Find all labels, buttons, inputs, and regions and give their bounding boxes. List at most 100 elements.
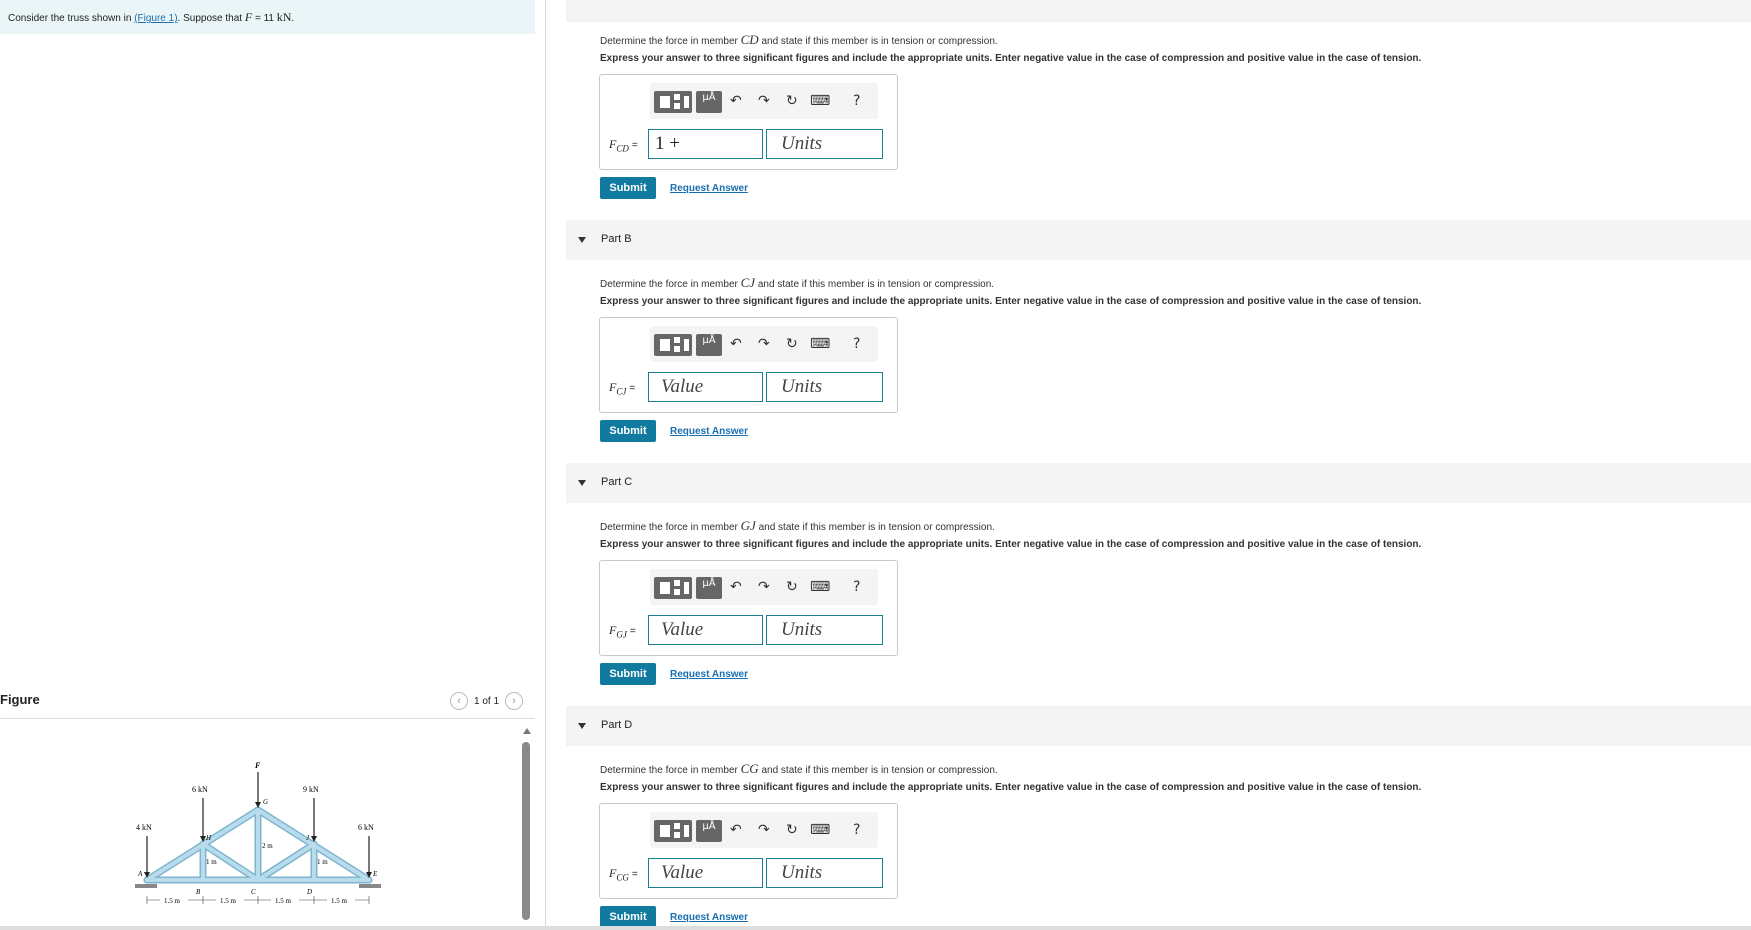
help-icon[interactable]: ? <box>853 822 860 838</box>
problem-statement: Consider the truss shown in (Figure 1). … <box>0 0 535 34</box>
question-text: Determine the force in member CJ and sta… <box>600 275 995 290</box>
load-h-label: 6 kN <box>192 785 208 794</box>
templates-button[interactable] <box>654 334 692 356</box>
request-answer-link[interactable]: Request Answer <box>670 426 748 437</box>
request-answer-link[interactable]: Request Answer <box>670 183 748 194</box>
load-j-label: 9 kN <box>303 785 319 794</box>
instructions-text: Express your answer to three significant… <box>600 539 1422 550</box>
member-name: CD <box>740 32 759 47</box>
value-input[interactable]: Value <box>648 858 763 888</box>
answer-label: FCJ = <box>609 380 636 397</box>
member-name: CG <box>740 761 759 776</box>
reset-icon[interactable]: ↻ <box>786 579 798 595</box>
request-answer-link[interactable]: Request Answer <box>670 669 748 680</box>
pager-count: 1 of 1 <box>474 695 500 707</box>
left-panel: Consider the truss shown in (Figure 1). … <box>0 0 546 930</box>
node-a-label: A <box>137 870 143 878</box>
caret-down-icon <box>578 723 586 729</box>
help-icon[interactable]: ? <box>853 336 860 352</box>
load-f-label: F <box>254 761 261 770</box>
right-panel: Determine the force in member CD and sta… <box>566 0 1751 930</box>
dim-d2: 1.5 m <box>220 897 237 905</box>
node-e-label: E <box>372 870 378 878</box>
figure-title: Figure <box>0 692 40 707</box>
units-input[interactable]: Units <box>766 372 883 402</box>
units-button[interactable]: μÅ <box>696 577 722 599</box>
units-button[interactable]: μÅ <box>696 91 722 113</box>
keyboard-icon[interactable]: ⌨ <box>810 822 830 838</box>
horizontal-scrollbar[interactable] <box>0 926 1751 930</box>
scrollbar-thumb[interactable] <box>522 742 530 920</box>
instructions-text: Express your answer to three significant… <box>600 53 1422 64</box>
chevron-left-icon: ‹ <box>457 695 461 707</box>
instructions-text: Express your answer to three significant… <box>600 296 1422 307</box>
scroll-up-icon[interactable] <box>523 728 531 734</box>
instructions-text: Express your answer to three significant… <box>600 782 1422 793</box>
submit-button[interactable]: Submit <box>600 906 656 928</box>
keyboard-icon[interactable]: ⌨ <box>810 579 830 595</box>
part-label: Part D <box>601 719 633 731</box>
templates-button[interactable] <box>654 577 692 599</box>
answer-box: μÅ ↶ ↷ ↻ ⌨ ? FCG = Value Units <box>599 803 898 899</box>
help-icon[interactable]: ? <box>853 579 860 595</box>
load-a-label: 4 kN <box>136 823 152 832</box>
dim-d3: 1.5 m <box>275 897 292 905</box>
submit-button[interactable]: Submit <box>600 177 656 199</box>
part-b-header[interactable]: Part B <box>566 220 1751 260</box>
caret-down-icon <box>578 237 586 243</box>
part-a-header <box>566 0 1751 22</box>
undo-icon[interactable]: ↶ <box>730 93 742 109</box>
force-value: = 11 <box>254 13 274 24</box>
dim-h3: 1 m <box>317 858 328 866</box>
request-answer-link[interactable]: Request Answer <box>670 912 748 923</box>
redo-icon[interactable]: ↷ <box>758 93 770 109</box>
load-e-label: 6 kN <box>358 823 374 832</box>
units-input[interactable]: Units <box>766 129 883 159</box>
units-button[interactable]: μÅ <box>696 334 722 356</box>
next-figure-button[interactable]: › <box>505 692 524 710</box>
redo-icon[interactable]: ↷ <box>758 579 770 595</box>
keyboard-icon[interactable]: ⌨ <box>810 93 830 109</box>
value-input[interactable]: Value <box>648 372 763 402</box>
help-icon[interactable]: ? <box>853 93 860 109</box>
submit-button[interactable]: Submit <box>600 663 656 685</box>
answer-label: FCG = <box>609 866 638 883</box>
reset-icon[interactable]: ↻ <box>786 336 798 352</box>
node-d-label: D <box>306 888 312 896</box>
dim-h1: 1 m <box>206 858 217 866</box>
undo-icon[interactable]: ↶ <box>730 336 742 352</box>
value-input[interactable]: Value <box>648 615 763 645</box>
value-input[interactable]: 1 + <box>648 129 763 159</box>
redo-icon[interactable]: ↷ <box>758 822 770 838</box>
templates-button[interactable] <box>654 820 692 842</box>
figure-scrollbar[interactable] <box>520 724 534 924</box>
templates-button[interactable] <box>654 91 692 113</box>
node-h-label: H <box>205 834 212 842</box>
prev-figure-button[interactable]: ‹ <box>450 692 468 710</box>
force-unit: kN <box>276 10 292 24</box>
figure-link[interactable]: (Figure 1) <box>134 13 177 24</box>
redo-icon[interactable]: ↷ <box>758 336 770 352</box>
node-c-label: C <box>251 888 256 896</box>
undo-icon[interactable]: ↶ <box>730 579 742 595</box>
units-button[interactable]: μÅ <box>696 820 722 842</box>
reset-icon[interactable]: ↻ <box>786 822 798 838</box>
answer-box: μÅ ↶ ↷ ↻ ⌨ ? FCJ = Value Units <box>599 317 898 413</box>
reset-icon[interactable]: ↻ <box>786 93 798 109</box>
node-b-label: B <box>196 888 201 896</box>
part-label: Part C <box>601 476 633 488</box>
question-text: Determine the force in member CD and sta… <box>600 32 998 47</box>
part-d-header[interactable]: Part D <box>566 706 1751 746</box>
keyboard-icon[interactable]: ⌨ <box>810 336 830 352</box>
answer-label: FCD = <box>609 137 638 154</box>
part-c-header[interactable]: Part C <box>566 463 1751 503</box>
units-input[interactable]: Units <box>766 858 883 888</box>
units-input[interactable]: Units <box>766 615 883 645</box>
caret-down-icon <box>578 480 586 486</box>
intro-text: . Suppose that <box>177 13 243 24</box>
math-toolbar: μÅ ↶ ↷ ↻ ⌨ ? <box>650 812 878 848</box>
submit-button[interactable]: Submit <box>600 420 656 442</box>
intro-text: Consider the truss shown in <box>8 13 132 24</box>
answer-box: μÅ ↶ ↷ ↻ ⌨ ? FGJ = Value Units <box>599 560 898 656</box>
undo-icon[interactable]: ↶ <box>730 822 742 838</box>
